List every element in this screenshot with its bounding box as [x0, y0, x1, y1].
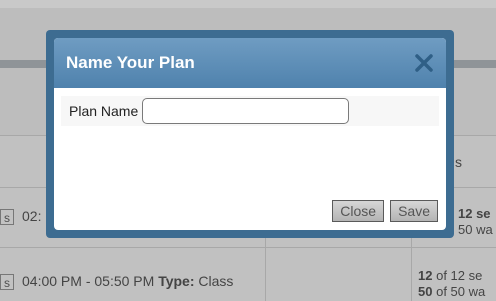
close-x-icon[interactable]	[412, 51, 436, 75]
close-button[interactable]: Close	[332, 200, 385, 222]
dialog-button-bar: Close Save	[332, 200, 438, 222]
name-plan-dialog: Name Your Plan Plan Name Close Save	[46, 30, 454, 238]
save-button[interactable]: Save	[390, 200, 438, 222]
dialog-title: Name Your Plan	[66, 53, 195, 72]
plan-name-label: Plan Name	[69, 103, 139, 119]
plan-name-input[interactable]	[142, 98, 350, 124]
plan-name-row: Plan Name	[61, 96, 439, 126]
dialog-body: Name Your Plan Plan Name Close Save	[54, 38, 446, 230]
dialog-titlebar: Name Your Plan	[54, 38, 446, 88]
